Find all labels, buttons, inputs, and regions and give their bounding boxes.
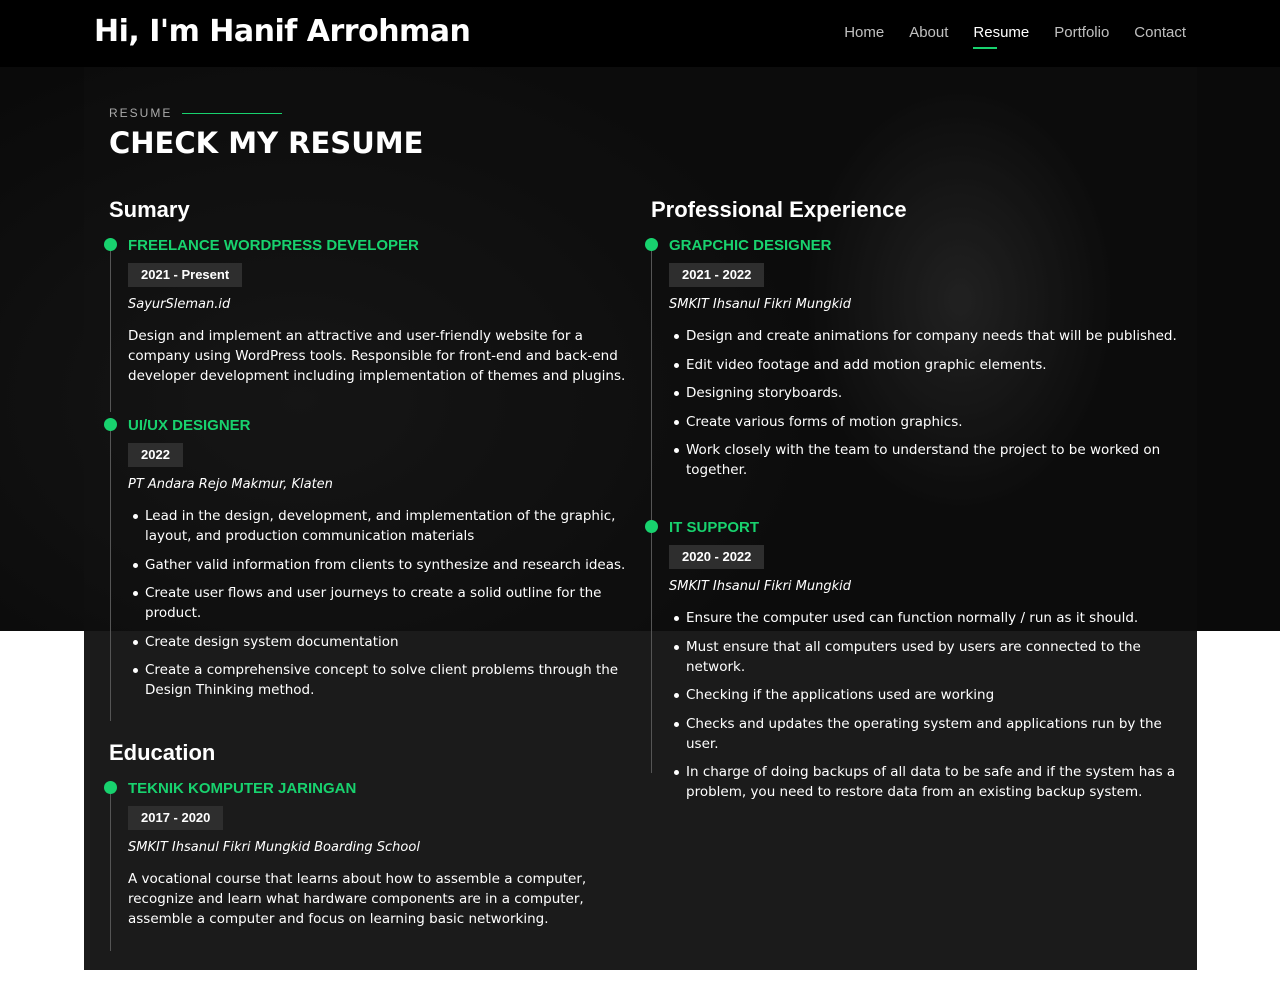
- timeline-dot: [104, 781, 117, 794]
- item-bullet-list: Lead in the design, development, and imp…: [128, 506, 635, 700]
- resume-item-education: TEKNIK KOMPUTER JARINGAN 2017 - 2020 SMK…: [104, 780, 635, 951]
- item-title: GRAPCHIC DESIGNER: [669, 237, 832, 254]
- item-date-badge: 2022: [128, 443, 183, 467]
- list-item: Ensure the computer used can function no…: [669, 608, 1181, 628]
- section-eyebrow: RESUME: [109, 106, 283, 120]
- list-item: Design and create animations for company…: [669, 326, 1181, 346]
- timeline-dot: [645, 238, 658, 251]
- summary-heading: Sumary: [109, 197, 190, 222]
- list-item: Designing storyboards.: [669, 383, 1181, 403]
- timeline-dot: [645, 520, 658, 533]
- list-item: Must ensure that all computers used by u…: [669, 637, 1181, 677]
- item-description: A vocational course that learns about ho…: [128, 871, 587, 927]
- site-header: Hi, I'm Hanif Arrohman Home About Resume…: [0, 0, 1280, 67]
- education-heading: Education: [109, 740, 216, 765]
- nav-home[interactable]: Home: [844, 24, 884, 47]
- resume-item-it-support: IT SUPPORT 2020 - 2022 SMKIT Ihsanul Fik…: [645, 519, 1181, 800]
- list-item: Checks and updates the operating system …: [669, 714, 1181, 754]
- experience-column: Professional Experience: [651, 197, 907, 223]
- list-item: Lead in the design, development, and imp…: [128, 506, 635, 546]
- item-date-badge: 2020 - 2022: [669, 545, 765, 569]
- summary-column: Sumary: [109, 197, 190, 223]
- list-item: Create user flows and user journeys to c…: [128, 583, 635, 623]
- list-item: Create design system documentation: [128, 632, 635, 652]
- item-organization: SayurSleman.id: [128, 297, 231, 312]
- item-date-badge: 2017 - 2020: [128, 806, 224, 830]
- list-item: In charge of doing backups of all data t…: [669, 762, 1181, 802]
- list-item: Gather valid information from clients to…: [128, 555, 635, 575]
- resume-item-graphic-designer: GRAPCHIC DESIGNER 2021 - 2022 SMKIT Ihsa…: [645, 237, 1181, 521]
- item-date-badge: 2021 - Present: [128, 263, 243, 287]
- list-item: Create various forms of motion graphics.: [669, 412, 1181, 432]
- item-organization: SMKIT Ihsanul Fikri Mungkid Boarding Sch…: [128, 840, 420, 855]
- section-title: CHECK MY RESUME: [109, 126, 424, 160]
- item-title: IT SUPPORT: [669, 519, 760, 536]
- item-date-badge: 2021 - 2022: [669, 263, 765, 287]
- nav-about[interactable]: About: [909, 24, 948, 47]
- item-title: FREELANCE WORDPRESS DEVELOPER: [128, 237, 419, 254]
- list-item: Edit video footage and add motion graphi…: [669, 355, 1181, 375]
- education-column: Education: [109, 740, 215, 766]
- resume-item-freelance: FREELANCE WORDPRESS DEVELOPER 2021 - Pre…: [104, 237, 635, 412]
- timeline-dot: [104, 238, 117, 251]
- resume-item-uiux: UI/UX DESIGNER 2022 PT Andara Rejo Makmu…: [104, 417, 635, 721]
- item-organization: SMKIT Ihsanul Fikri Mungkid: [669, 579, 851, 594]
- nav-portfolio[interactable]: Portfolio: [1054, 24, 1109, 47]
- experience-heading: Professional Experience: [651, 197, 907, 222]
- nav-contact[interactable]: Contact: [1134, 24, 1186, 47]
- item-bullet-list: Design and create animations for company…: [669, 326, 1181, 480]
- list-item: Create a comprehensive concept to solve …: [128, 660, 635, 700]
- timeline-dot: [104, 418, 117, 431]
- item-organization: SMKIT Ihsanul Fikri Mungkid: [669, 297, 851, 312]
- item-title: UI/UX DESIGNER: [128, 417, 251, 434]
- list-item: Checking if the applications used are wo…: [669, 685, 1181, 705]
- list-item: Work closely with the team to understand…: [669, 440, 1181, 480]
- item-bullet-list: Ensure the computer used can function no…: [669, 608, 1181, 802]
- item-title: TEKNIK KOMPUTER JARINGAN: [128, 780, 357, 797]
- item-organization: PT Andara Rejo Makmur, Klaten: [128, 477, 333, 492]
- main-nav: Home About Resume Portfolio Contact: [844, 24, 1186, 49]
- section-eyebrow-label: RESUME: [109, 106, 173, 120]
- item-description: Design and implement an attractive and u…: [128, 328, 626, 384]
- nav-resume[interactable]: Resume: [973, 24, 1029, 49]
- eyebrow-divider: [182, 112, 283, 114]
- site-logo[interactable]: Hi, I'm Hanif Arrohman: [94, 14, 471, 49]
